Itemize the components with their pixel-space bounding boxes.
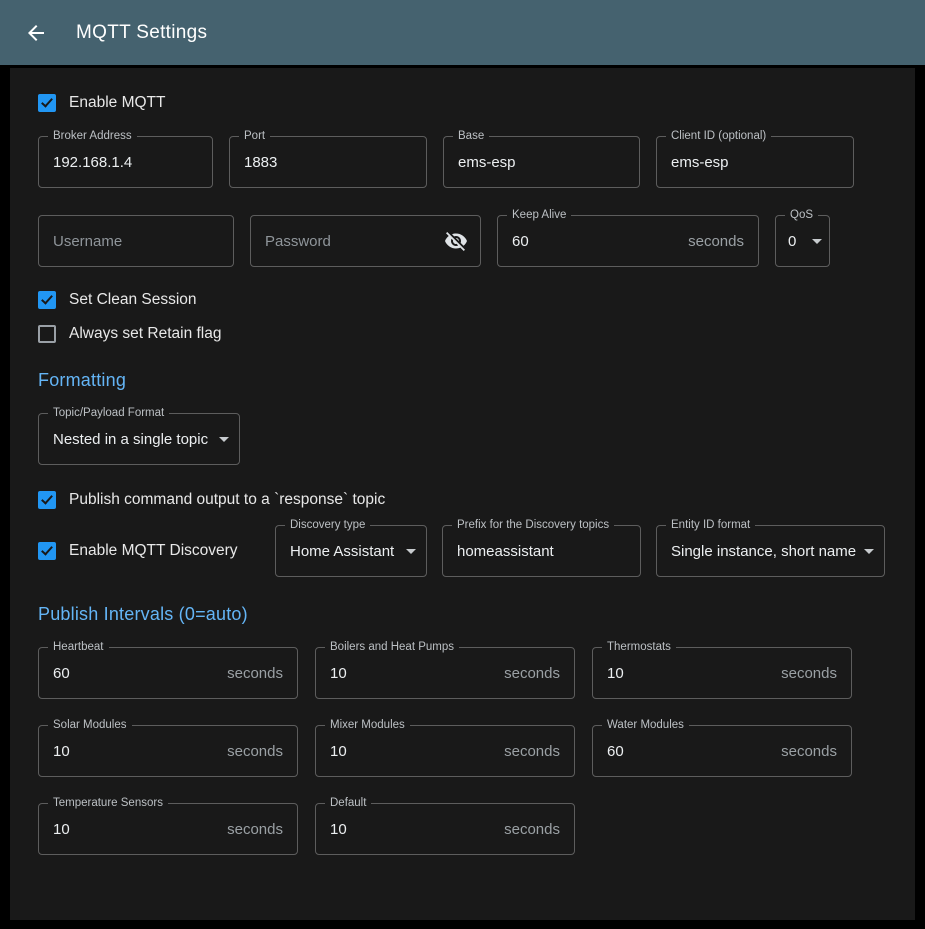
intervals-heading: Publish Intervals (0=auto)	[38, 604, 887, 625]
publish-response-label: Publish command output to a `response` t…	[69, 491, 385, 509]
toggle-password-visibility-button[interactable]	[440, 225, 472, 257]
entity-id-format-label: Entity ID format	[666, 518, 755, 533]
heartbeat-interval-field: Heartbeat seconds	[38, 647, 298, 699]
intervals-grid: Heartbeat seconds Boilers and Heat Pumps…	[38, 647, 852, 855]
discovery-prefix-input[interactable]	[443, 526, 640, 576]
base-input[interactable]	[444, 137, 639, 187]
broker-fields-row: Broker Address Port Base Client ID (opti…	[38, 136, 887, 188]
chevron-down-icon	[812, 239, 822, 244]
water-interval-input[interactable]	[593, 726, 851, 776]
arrow-back-icon	[24, 21, 48, 45]
thermostats-interval-field: Thermostats seconds	[592, 647, 852, 699]
content-panel: Enable MQTT Broker Address Port Base Cli…	[10, 68, 915, 920]
topic-format-value: Nested in a single topic	[39, 431, 238, 448]
checkbox-checked-icon[interactable]	[38, 291, 56, 309]
base-field: Base	[443, 136, 640, 188]
boilers-interval-input[interactable]	[316, 648, 574, 698]
checkbox-checked-icon[interactable]	[38, 94, 56, 112]
base-label: Base	[453, 129, 489, 144]
interval-label: Temperature Sensors	[48, 796, 168, 811]
entity-id-format-value: Single instance, short name	[657, 543, 886, 560]
password-field	[250, 215, 481, 267]
credentials-row: Keep Alive seconds QoS 0	[38, 215, 887, 267]
temperature-interval-input[interactable]	[39, 804, 297, 854]
interval-label: Default	[325, 796, 371, 811]
discovery-type-value: Home Assistant	[276, 543, 424, 560]
enable-mqtt-label: Enable MQTT	[69, 94, 165, 112]
default-interval-input[interactable]	[316, 804, 574, 854]
default-interval-field: Default seconds	[315, 803, 575, 855]
discovery-prefix-label: Prefix for the Discovery topics	[452, 518, 614, 533]
topic-format-row: Topic/Payload Format Nested in a single …	[38, 413, 887, 465]
discovery-type-select[interactable]: Discovery type Home Assistant	[275, 525, 427, 577]
interval-label: Solar Modules	[48, 718, 132, 733]
port-label: Port	[239, 129, 270, 144]
chevron-down-icon	[406, 549, 416, 554]
checkbox-unchecked-icon[interactable]	[38, 325, 56, 343]
interval-label: Mixer Modules	[325, 718, 410, 733]
port-input[interactable]	[230, 137, 426, 187]
interval-label: Water Modules	[602, 718, 689, 733]
username-input[interactable]	[39, 216, 233, 266]
discovery-prefix-field: Prefix for the Discovery topics	[442, 525, 641, 577]
visibility-off-icon	[444, 229, 468, 253]
topic-format-label: Topic/Payload Format	[48, 406, 169, 421]
mixer-interval-input[interactable]	[316, 726, 574, 776]
qos-label: QoS	[785, 208, 818, 223]
checkbox-checked-icon[interactable]	[38, 542, 56, 560]
water-interval-field: Water Modules seconds	[592, 725, 852, 777]
interval-label: Thermostats	[602, 640, 676, 655]
broker-address-field: Broker Address	[38, 136, 213, 188]
client-id-field: Client ID (optional)	[656, 136, 854, 188]
checkbox-checked-icon[interactable]	[38, 491, 56, 509]
clean-session-label: Set Clean Session	[69, 291, 197, 309]
entity-id-format-select[interactable]: Entity ID format Single instance, short …	[656, 525, 885, 577]
keep-alive-label: Keep Alive	[507, 208, 571, 223]
formatting-heading: Formatting	[38, 370, 887, 391]
interval-label: Boilers and Heat Pumps	[325, 640, 459, 655]
chevron-down-icon	[864, 549, 874, 554]
app-bar: MQTT Settings	[0, 0, 925, 65]
client-id-label: Client ID (optional)	[666, 129, 771, 144]
port-field: Port	[229, 136, 427, 188]
thermostats-interval-input[interactable]	[593, 648, 851, 698]
qos-select[interactable]: QoS 0	[775, 215, 830, 267]
publish-response-row[interactable]: Publish command output to a `response` t…	[38, 491, 887, 509]
retain-flag-label: Always set Retain flag	[69, 325, 222, 343]
keep-alive-field: Keep Alive seconds	[497, 215, 759, 267]
page-title: MQTT Settings	[76, 22, 207, 44]
broker-address-input[interactable]	[39, 137, 212, 187]
enable-discovery-label: Enable MQTT Discovery	[69, 542, 238, 560]
heartbeat-interval-input[interactable]	[39, 648, 297, 698]
clean-session-row[interactable]: Set Clean Session	[38, 291, 887, 309]
back-button[interactable]	[18, 15, 54, 51]
temperature-interval-field: Temperature Sensors seconds	[38, 803, 298, 855]
discovery-type-label: Discovery type	[285, 518, 370, 533]
interval-label: Heartbeat	[48, 640, 109, 655]
keep-alive-input[interactable]	[498, 216, 758, 266]
username-field	[38, 215, 234, 267]
broker-address-label: Broker Address	[48, 129, 137, 144]
enable-discovery-row[interactable]: Enable MQTT Discovery	[38, 542, 260, 560]
topic-format-select[interactable]: Topic/Payload Format Nested in a single …	[38, 413, 240, 465]
chevron-down-icon	[219, 437, 229, 442]
boilers-interval-field: Boilers and Heat Pumps seconds	[315, 647, 575, 699]
client-id-input[interactable]	[657, 137, 853, 187]
enable-mqtt-row[interactable]: Enable MQTT	[38, 94, 887, 112]
discovery-row: Enable MQTT Discovery Discovery type Hom…	[38, 525, 887, 577]
retain-flag-row[interactable]: Always set Retain flag	[38, 325, 887, 343]
mixer-interval-field: Mixer Modules seconds	[315, 725, 575, 777]
solar-interval-field: Solar Modules seconds	[38, 725, 298, 777]
solar-interval-input[interactable]	[39, 726, 297, 776]
